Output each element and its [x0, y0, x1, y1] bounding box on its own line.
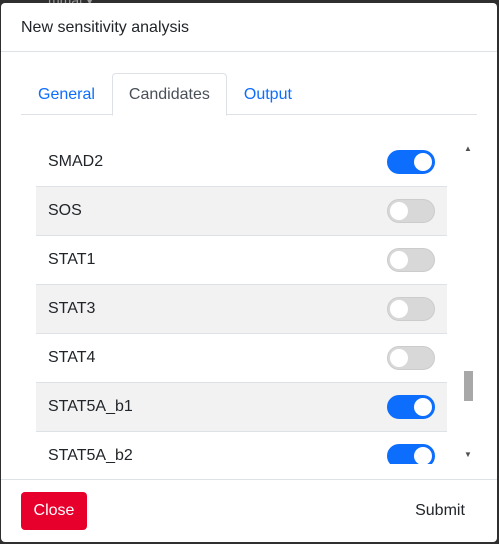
candidate-toggle[interactable] — [387, 297, 435, 321]
tab-bar: General Candidates Output — [21, 73, 477, 116]
candidate-label: STAT1 — [48, 251, 96, 268]
scroll-down-arrow-icon[interactable]: ▼ — [464, 451, 472, 459]
close-button[interactable]: Close — [21, 492, 87, 530]
candidate-row: STAT4 — [36, 334, 447, 383]
candidate-toggle[interactable] — [387, 150, 435, 174]
candidate-label: SOS — [48, 202, 82, 219]
candidate-row: STAT3 — [36, 285, 447, 334]
candidate-row: SOS — [36, 187, 447, 236]
candidate-row: STAT1 — [36, 236, 447, 285]
list-scrollbar[interactable]: ▲ ▼ — [462, 141, 474, 463]
scroll-up-arrow-icon[interactable]: ▲ — [464, 145, 472, 153]
scroll-thumb[interactable] — [464, 371, 473, 401]
toggle-knob — [414, 447, 432, 464]
candidate-toggle[interactable] — [387, 248, 435, 272]
modal-footer: Close Submit — [1, 479, 497, 542]
candidate-label: STAT5A_b2 — [48, 447, 133, 464]
toggle-knob — [390, 251, 408, 269]
submit-button[interactable]: Submit — [403, 492, 477, 530]
candidate-label: STAT4 — [48, 349, 96, 366]
toggle-knob — [414, 398, 432, 416]
tab-candidates[interactable]: Candidates — [111, 73, 227, 116]
tab-output[interactable]: Output — [227, 73, 309, 115]
candidates-list[interactable]: SMAD2 SOS STAT1 STAT3 STAT4 STAT5A_b1 ST… — [36, 138, 447, 464]
modal-title: New sensitivity analysis — [21, 19, 190, 36]
candidate-label: STAT5A_b1 — [48, 398, 133, 415]
toggle-knob — [390, 349, 408, 367]
candidate-toggle[interactable] — [387, 346, 435, 370]
toggle-knob — [390, 202, 408, 220]
candidate-toggle[interactable] — [387, 395, 435, 419]
candidate-toggle[interactable] — [387, 444, 435, 464]
candidate-label: SMAD2 — [48, 153, 104, 170]
tab-general[interactable]: General — [21, 73, 112, 115]
candidate-label: STAT3 — [48, 300, 96, 317]
toggle-knob — [390, 300, 408, 318]
candidate-row: STAT5A_b2 — [36, 432, 447, 464]
candidate-row: SMAD2 — [36, 138, 447, 187]
candidate-toggle[interactable] — [387, 199, 435, 223]
candidate-row: STAT5A_b1 — [36, 383, 447, 432]
toggle-knob — [414, 153, 432, 171]
sensitivity-analysis-modal: New sensitivity analysis General Candida… — [1, 3, 497, 542]
modal-header: New sensitivity analysis — [1, 3, 497, 52]
